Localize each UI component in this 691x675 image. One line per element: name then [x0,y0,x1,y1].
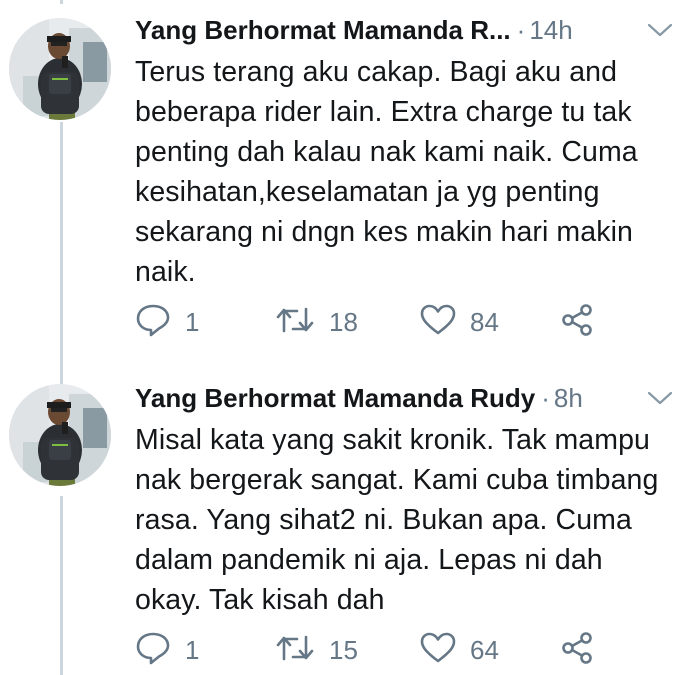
share-button[interactable] [561,302,595,342]
tweet-line: naik. [135,256,196,288]
tweet-header: Yang Berhormat Mamanda Rudy · 8h [135,378,673,418]
tweet-line: Terus terang aku cakap. Bagi aku and [135,56,618,88]
tweet-line: dalam pandemik ni aja. Lepas ni dah [135,544,603,576]
reply-icon [135,631,171,670]
tweet-line: penting dah kalau nak kami naik. Cuma [135,136,638,168]
separator: · [516,14,526,45]
separator: · [541,382,550,413]
tweet-line: okay. Tak kisah dah [135,584,385,616]
tweet-line: rasa. Yang sihat2 ni. Bukan apa. Cuma [135,504,632,536]
author-name[interactable]: Yang Berhormat Mamanda R... [135,15,511,46]
timestamp[interactable]: 14h [529,15,572,46]
reply-button[interactable]: 1 [135,302,199,342]
retweet-button[interactable]: 15 [275,630,358,670]
tweet-text: Misal kata yang sakit kronik. Tak mampu … [135,420,675,620]
tweet-header: Yang Berhormat Mamanda R... · 14h [135,10,673,50]
avatar-image [9,384,111,486]
like-count: 64 [470,634,499,665]
avatar[interactable] [9,18,111,120]
retweet-count: 15 [329,634,358,665]
tweet-line: sekarang ni dngn kes makin hari makin [135,216,633,248]
retweet-count: 18 [329,306,358,337]
reply-count: 1 [185,306,200,337]
heart-icon [420,632,456,669]
reply-button[interactable]: 1 [135,630,199,670]
share-icon [561,303,595,342]
reply-count: 1 [185,634,200,665]
like-button[interactable]: 84 [420,302,499,342]
tweet-line: beberapa rider lain. Extra charge tu tak [135,96,632,128]
retweet-icon [275,633,315,668]
avatar[interactable] [9,384,111,486]
chevron-down-icon[interactable] [637,22,673,38]
tweet-actions: 1 15 64 [135,630,615,670]
like-button[interactable]: 64 [420,630,499,670]
retweet-icon [275,305,315,340]
tweet-line: kesihatan,keselamatan ja yg penting [135,176,600,208]
author-name[interactable]: Yang Berhormat Mamanda Rudy [135,383,535,414]
avatar-image [9,18,111,120]
heart-icon [420,304,456,341]
share-button[interactable] [561,630,595,670]
share-icon [561,631,595,670]
like-count: 84 [470,306,499,337]
chevron-down-icon[interactable] [637,390,673,406]
retweet-button[interactable]: 18 [275,302,358,342]
tweet[interactable]: Yang Berhormat Mamanda Rudy · 8h Misal k… [0,370,691,675]
tweet[interactable]: Yang Berhormat Mamanda R... · 14h Terus … [0,0,691,360]
timestamp[interactable]: 8h [554,383,583,414]
tweet-actions: 1 18 84 [135,302,615,342]
tweet-line: Misal kata yang sakit kronik. Tak mampu [135,424,650,456]
tweet-text: Terus terang aku cakap. Bagi aku and beb… [135,52,675,292]
reply-icon [135,303,171,342]
tweet-line: nak bergerak sangat. Kami cuba timbang [135,464,659,496]
